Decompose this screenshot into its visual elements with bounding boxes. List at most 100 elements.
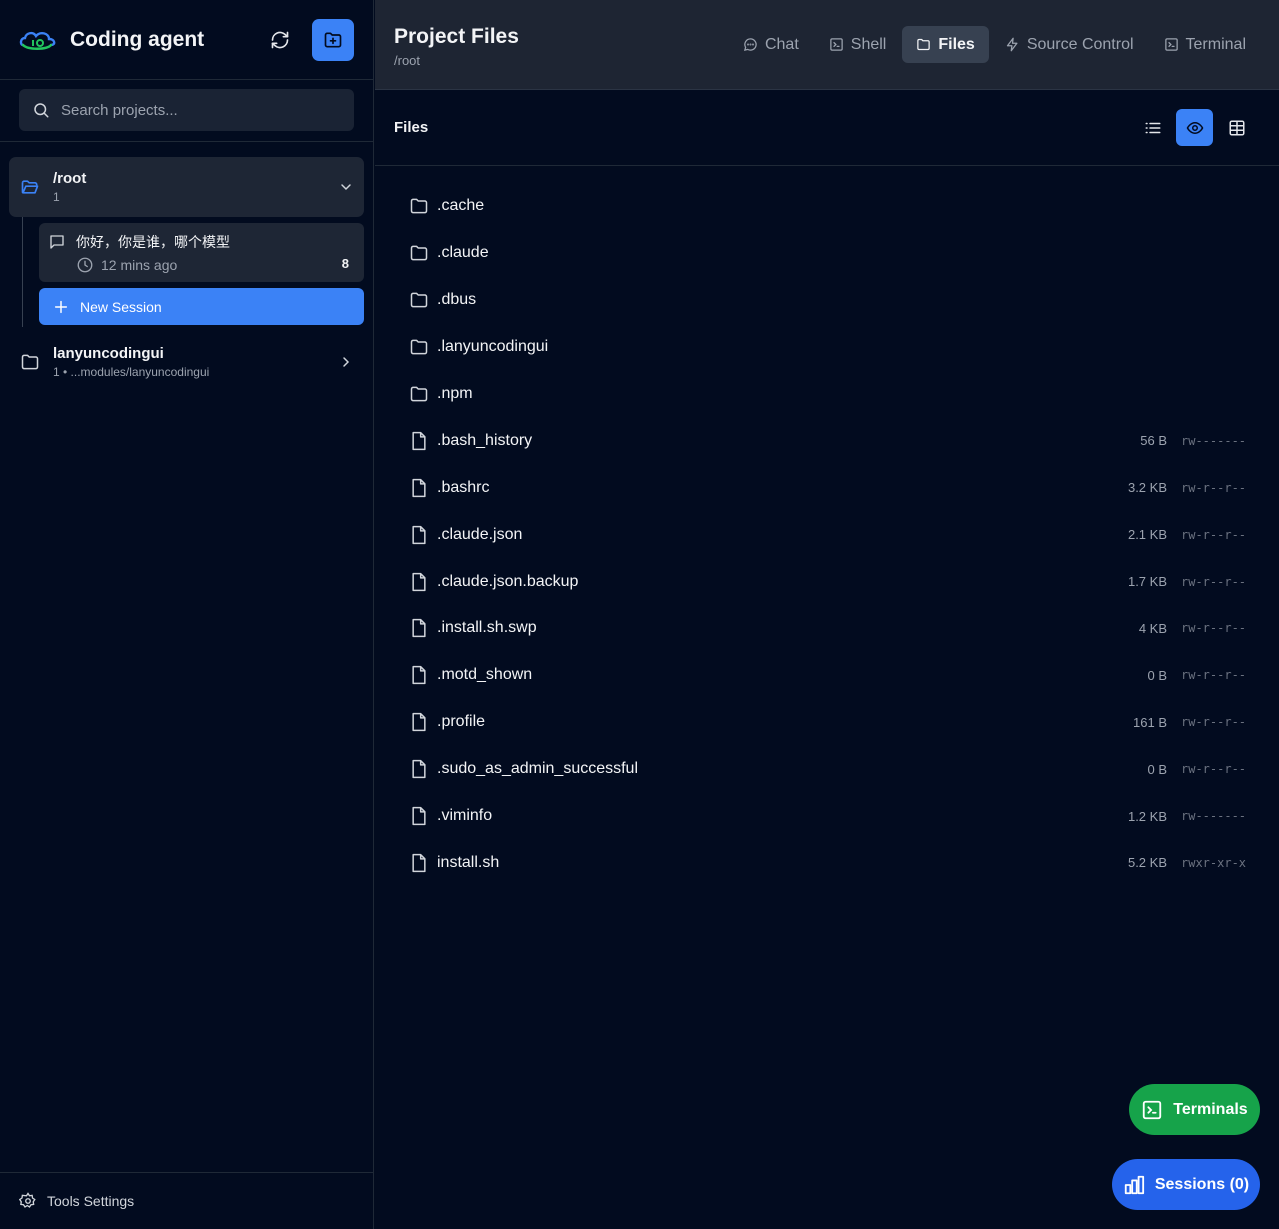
folder-icon: [21, 354, 39, 370]
folder-icon: [410, 292, 428, 308]
session-time: 12 mins ago: [101, 257, 178, 273]
session-title-row: 你好，你是谁，哪个模型: [48, 232, 350, 252]
session-item[interactable]: 你好，你是谁，哪个模型 12 mins ago 8: [39, 223, 364, 282]
tab-files[interactable]: Files: [902, 26, 989, 63]
file-size: 161 B: [1133, 714, 1167, 730]
terminals-label: Terminals: [1173, 1100, 1248, 1118]
search-icon: [34, 103, 49, 118]
refresh-icon: [271, 31, 289, 48]
file-row[interactable]: .claude.json.backup 1.7 KB rw-r--r--: [375, 558, 1279, 605]
folder-row[interactable]: .cache: [375, 183, 1279, 230]
project-item-root[interactable]: /root 1: [9, 157, 364, 217]
file-icon: [412, 853, 426, 872]
search-box: [19, 89, 354, 131]
page-title: Project Files: [394, 25, 519, 48]
file-row[interactable]: install.sh 5.2 KB rwxr-xr-x: [375, 839, 1279, 886]
folder-icon: [917, 38, 931, 51]
new-project-button[interactable]: [312, 18, 354, 61]
tab-shell[interactable]: Shell: [815, 26, 901, 63]
search-input[interactable]: [61, 101, 341, 119]
file-size: 1.7 KB: [1127, 574, 1167, 590]
plus-icon: [54, 300, 68, 313]
preview-view-button[interactable]: [1176, 109, 1213, 146]
tools-settings-button[interactable]: Tools Settings: [0, 1172, 374, 1229]
project-list: /root 1 你好，你是谁，哪个模型 12 mins ago 8 New Se…: [0, 142, 373, 379]
file-icon-wrap: [409, 525, 429, 545]
file-permissions: rw-r--r--: [1181, 574, 1247, 589]
file-row[interactable]: .claude.json 2.1 KB rw-r--r--: [375, 511, 1279, 558]
file-name: .sudo_as_admin_successful: [437, 760, 639, 778]
chevron-right-icon[interactable]: [338, 354, 354, 370]
terminals-button[interactable]: Terminals: [1129, 1084, 1260, 1135]
tab-chat[interactable]: Chat: [729, 26, 813, 63]
file-permissions: rw-r--r--: [1181, 621, 1247, 636]
file-name: .claude.json: [437, 525, 523, 543]
file-size: 56 B: [1140, 433, 1167, 449]
bar-chart-icon: [1124, 1175, 1144, 1194]
session-time-row: 12 mins ago: [48, 256, 350, 274]
tab-terminal[interactable]: Terminal: [1150, 26, 1260, 63]
project-meta: 1 • ...modules/lanyuncodingui: [53, 365, 210, 379]
file-row[interactable]: .viminfo 1.2 KB rw-------: [375, 793, 1279, 840]
table-icon: [1229, 120, 1244, 135]
file-permissions: rw-r--r--: [1181, 715, 1247, 730]
project-text: /root 1: [53, 170, 338, 204]
folder-row[interactable]: .dbus: [375, 277, 1279, 324]
folder-icon: [410, 339, 428, 355]
grid-view-button[interactable]: [1218, 109, 1255, 146]
file-size: 4 KB: [1138, 620, 1167, 636]
folder-row[interactable]: .npm: [375, 371, 1279, 418]
app-title: Coding agent: [70, 27, 205, 51]
file-icon-wrap: [409, 853, 429, 873]
chevron-down-icon[interactable]: [338, 179, 354, 195]
file-icon-wrap: [409, 196, 429, 216]
project-meta: 1: [53, 190, 60, 204]
file-icon-wrap: [409, 431, 429, 451]
terminal-square-icon: [1143, 1100, 1162, 1119]
file-row[interactable]: .sudo_as_admin_successful 0 B rw-r--r--: [375, 746, 1279, 793]
file-icon-wrap: [409, 665, 429, 685]
file-name: .lanyuncodingui: [437, 338, 549, 356]
file-permissions: rw-r--r--: [1181, 480, 1247, 495]
project-item-lanyuncodingui[interactable]: lanyuncodingui 1 • ...modules/lanyuncodi…: [9, 327, 364, 379]
file-icon-wrap: [409, 618, 429, 638]
project-text: lanyuncodingui 1 • ...modules/lanyuncodi…: [53, 345, 338, 379]
sidebar-header: Coding agent: [0, 0, 373, 80]
folder-row[interactable]: .claude: [375, 230, 1279, 277]
file-row[interactable]: .bashrc 3.2 KB rw-r--r--: [375, 464, 1279, 511]
files-title: Files: [394, 119, 429, 136]
sessions-button[interactable]: Sessions (0): [1112, 1159, 1260, 1210]
terminal-square-icon: [1164, 38, 1178, 51]
file-icon: [412, 478, 426, 497]
file-name: .motd_shown: [437, 666, 533, 684]
file-permissions: rw-r--r--: [1181, 762, 1247, 777]
file-size: 1.2 KB: [1127, 808, 1167, 824]
file-list: .cache .claude .dbus .lanyuncodingui .npm .ba…: [375, 166, 1279, 886]
file-icon-wrap: [409, 384, 429, 404]
folder-row[interactable]: .lanyuncodingui: [375, 324, 1279, 371]
file-icon-wrap: [409, 478, 429, 498]
new-session-button[interactable]: New Session: [39, 288, 364, 325]
file-size: 0 B: [1147, 667, 1167, 683]
file-name: .bashrc: [437, 478, 490, 496]
file-row[interactable]: .profile 161 B rw-r--r--: [375, 699, 1279, 746]
gear-icon: [19, 1192, 36, 1208]
file-size: 0 B: [1147, 761, 1167, 777]
message-square-icon: [50, 235, 64, 249]
sessions-label: Sessions (0): [1154, 1175, 1250, 1193]
refresh-button[interactable]: [262, 22, 298, 58]
file-name: install.sh: [437, 853, 500, 871]
file-icon-wrap: [409, 806, 429, 826]
file-row[interactable]: .bash_history 56 B rw-------: [375, 417, 1279, 464]
project-name: lanyuncodingui: [53, 345, 164, 362]
list-view-button[interactable]: [1134, 109, 1171, 146]
tab-label: Shell: [850, 35, 887, 53]
file-row[interactable]: .motd_shown 0 B rw-r--r--: [375, 652, 1279, 699]
app-logo-icon: [19, 31, 56, 50]
tab-label: Files: [938, 35, 975, 53]
file-row[interactable]: .install.sh.swp 4 KB rw-r--r--: [375, 605, 1279, 652]
file-name: .viminfo: [437, 807, 493, 825]
tab-source-control[interactable]: Source Control: [991, 26, 1148, 63]
file-name: .npm: [437, 385, 473, 402]
file-size: 3.2 KB: [1127, 480, 1167, 496]
